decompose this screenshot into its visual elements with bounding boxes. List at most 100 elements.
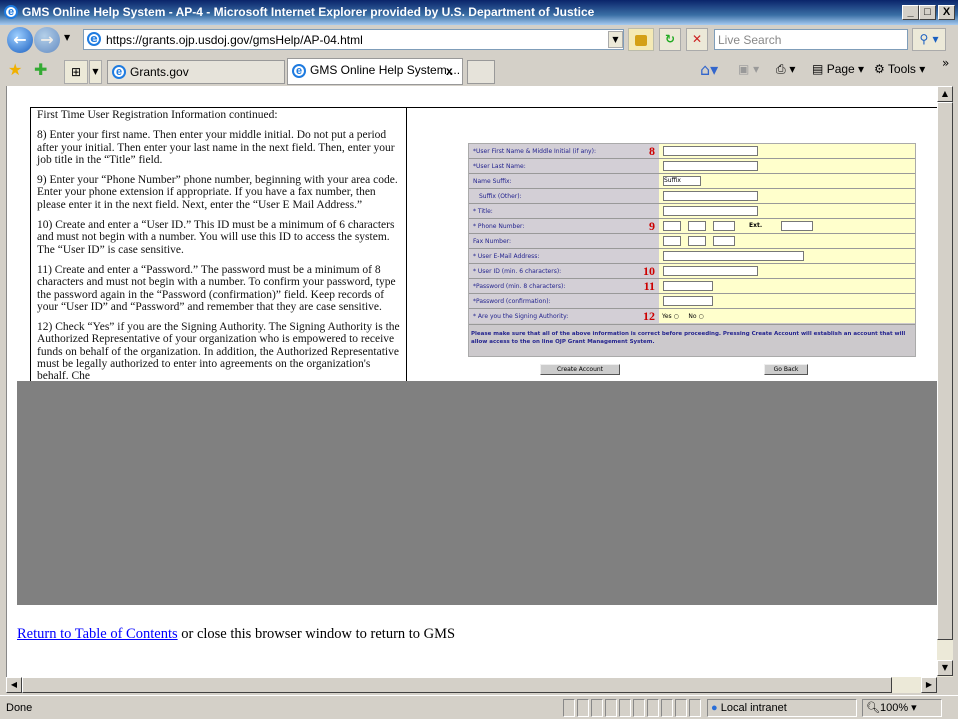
footer-text: Return to Table of Contents or close thi… bbox=[17, 626, 455, 643]
scroll-down-arrow[interactable]: ▼ bbox=[937, 660, 953, 676]
form-label: * Are you the Signing Authority: bbox=[469, 309, 659, 323]
address-dropdown[interactable]: ▼ bbox=[608, 31, 623, 48]
close-button[interactable]: X bbox=[938, 5, 955, 20]
address-input[interactable]: https://grants.ojp.usdoj.gov/gmsHelp/AP-… bbox=[106, 33, 363, 47]
form-label: Suffix (Other): bbox=[469, 189, 659, 203]
horizontal-scrollbar[interactable]: ◀ ▶ bbox=[6, 677, 937, 693]
page-icon: ▤ bbox=[812, 62, 824, 76]
form-label: * User E-Mail Address: bbox=[469, 249, 659, 263]
vertical-scrollbar[interactable]: ▲ ▼ bbox=[937, 86, 953, 677]
globe-icon: ● bbox=[711, 702, 718, 714]
suffix-other-input bbox=[663, 191, 758, 201]
instructions-cell: First Time User Registration Information… bbox=[31, 108, 407, 398]
ie-icon: e bbox=[112, 65, 126, 79]
no-label: No bbox=[688, 313, 697, 320]
step-number: 10 bbox=[643, 264, 655, 278]
new-tab-button[interactable] bbox=[467, 60, 495, 84]
address-bar[interactable]: e https://grants.ojp.usdoj.gov/gmsHelp/A… bbox=[83, 29, 624, 50]
form-row-title: * Title: bbox=[469, 204, 915, 219]
favorites-star-icon[interactable]: ★ bbox=[8, 60, 22, 79]
password-confirm-input bbox=[663, 296, 713, 306]
form-row-signing-authority: * Are you the Signing Authority: 12 Yes ○ … bbox=[469, 309, 915, 325]
hscroll-thumb[interactable] bbox=[22, 677, 892, 693]
zoom-control[interactable]: 🔍︎100% ▾ bbox=[862, 699, 942, 717]
form-label: *Password (confirmation): bbox=[469, 294, 659, 308]
form-label: Fax Number: bbox=[469, 234, 659, 248]
add-favorites-icon[interactable]: ✚ bbox=[34, 60, 47, 79]
registration-form-screenshot: *User First Name & Middle Initial (if an… bbox=[468, 143, 916, 357]
lock-icon[interactable] bbox=[628, 28, 654, 51]
step-8-text: 8) Enter your first name. Then enter you… bbox=[37, 129, 395, 166]
stop-button[interactable]: ✕ bbox=[686, 28, 708, 51]
scroll-left-arrow[interactable]: ◀ bbox=[6, 677, 22, 693]
print-icon[interactable]: ⎙ ▾ bbox=[776, 62, 795, 77]
forward-button[interactable]: → bbox=[34, 27, 60, 53]
form-label: *Password (min. 8 characters): bbox=[469, 279, 659, 293]
page-menu[interactable]: ▤ Page ▾ bbox=[812, 62, 864, 76]
form-label: *User First Name & Middle Initial (if an… bbox=[469, 144, 659, 158]
feeds-icon[interactable]: ▣ ▾ bbox=[738, 62, 759, 76]
zoom-level: 100% bbox=[879, 702, 909, 714]
step-12-text: 12) Check “Yes” if you are the Signing A… bbox=[37, 321, 400, 383]
go-back-button-image: Go Back bbox=[764, 364, 808, 375]
refresh-button[interactable]: ↻ bbox=[659, 28, 681, 51]
form-row-name-suffix: Name Suffix: Suffix bbox=[469, 174, 915, 189]
yes-label: Yes bbox=[662, 313, 672, 320]
step-number: 11 bbox=[643, 279, 655, 293]
gear-icon: ⚙ bbox=[874, 62, 885, 76]
form-label: * Title: bbox=[469, 204, 659, 218]
password-input bbox=[663, 281, 713, 291]
step-9-text: 9) Enter your “Phone Number” phone numbe… bbox=[37, 174, 398, 211]
step-number: 12 bbox=[643, 309, 655, 323]
step-number: 9 bbox=[649, 219, 655, 233]
home-icon[interactable]: ⌂▾ bbox=[700, 60, 718, 79]
ext-label: Ext. bbox=[749, 222, 763, 229]
gray-overlay bbox=[17, 381, 937, 605]
step-number: 8 bbox=[649, 144, 655, 158]
scroll-thumb[interactable] bbox=[937, 102, 953, 640]
form-row-password-confirm: *Password (confirmation): bbox=[469, 294, 915, 309]
form-row-fax: Fax Number: bbox=[469, 234, 915, 249]
tab-close-icon[interactable]: x bbox=[446, 60, 453, 82]
tab-label: GMS Online Help System ... bbox=[310, 63, 461, 77]
title-bar: e GMS Online Help System - AP-4 - Micros… bbox=[0, 0, 958, 25]
form-label: * User ID (min. 6 characters): bbox=[469, 264, 659, 278]
search-button[interactable]: ⚲ ▾ bbox=[912, 28, 946, 51]
footer-suffix: or close this browser window to return t… bbox=[177, 626, 456, 642]
ie-icon: e bbox=[292, 64, 306, 78]
form-label: * Phone Number: bbox=[469, 219, 659, 233]
quick-tabs-button[interactable]: ⊞ bbox=[64, 60, 88, 84]
form-row-last-name: *User Last Name: bbox=[469, 159, 915, 174]
page-content: First Time User Registration Information… bbox=[6, 86, 940, 677]
minimize-button[interactable]: _ bbox=[902, 5, 919, 20]
search-input[interactable]: Live Search bbox=[714, 29, 908, 50]
tab-list-dropdown[interactable]: ▼ bbox=[89, 60, 102, 84]
tab-label: Grants.gov bbox=[130, 65, 189, 79]
return-to-toc-link[interactable]: Return to Table of Contents bbox=[17, 626, 178, 642]
zoom-icon: 🔍︎ bbox=[866, 702, 880, 714]
zone-label: Local intranet bbox=[720, 702, 787, 714]
tab-gms-help[interactable]: e GMS Online Help System ... x bbox=[287, 58, 463, 85]
tools-menu[interactable]: ⚙ Tools ▾ bbox=[874, 62, 925, 76]
scroll-right-arrow[interactable]: ▶ bbox=[921, 677, 937, 693]
user-id-input bbox=[663, 266, 758, 276]
status-bar: Done ● Local intranet 🔍︎100% ▾ bbox=[0, 695, 958, 719]
first-name-input bbox=[663, 146, 758, 156]
form-row-first-name: *User First Name & Middle Initial (if an… bbox=[469, 144, 915, 159]
chevron-more-icon[interactable]: » bbox=[942, 56, 949, 70]
maximize-button[interactable]: □ bbox=[919, 5, 936, 20]
history-dropdown[interactable]: ▼ bbox=[64, 33, 70, 42]
form-row-password: *Password (min. 8 characters): 11 bbox=[469, 279, 915, 294]
suffix-select: Suffix bbox=[663, 176, 701, 186]
form-row-email: * User E-Mail Address: bbox=[469, 249, 915, 264]
title-input bbox=[663, 206, 758, 216]
security-zone: ● Local intranet bbox=[707, 699, 857, 717]
back-button[interactable]: ← bbox=[7, 27, 33, 53]
status-text: Done bbox=[6, 702, 33, 714]
help-document-table: First Time User Registration Information… bbox=[30, 107, 940, 398]
form-note: Please make sure that all of the above i… bbox=[471, 331, 906, 345]
scroll-up-arrow[interactable]: ▲ bbox=[937, 86, 953, 102]
page-icon: e bbox=[87, 32, 101, 46]
tab-grants-gov[interactable]: e Grants.gov bbox=[107, 60, 285, 84]
ie-logo-icon: e bbox=[4, 5, 18, 19]
